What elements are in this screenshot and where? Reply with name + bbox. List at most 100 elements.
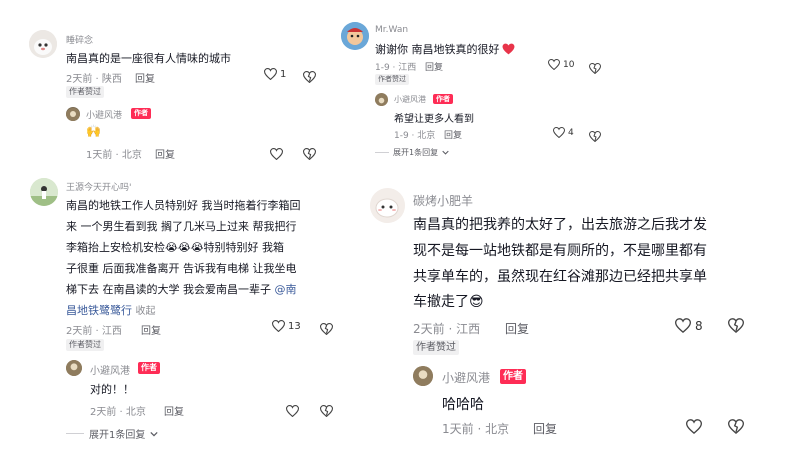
comment-text-line: 子很重 后面我准备离开 告诉我有电梯 让我坐电 — [66, 262, 297, 275]
author-badge: 作者 — [500, 369, 526, 384]
heart-icon — [685, 419, 703, 435]
reply-username[interactable]: 小避风港 — [90, 362, 130, 377]
like-button[interactable]: 13 — [272, 320, 301, 332]
reply-time-location: 2天前 · 北京 — [90, 407, 146, 418]
reply-time-location: 1天前 · 北京 — [86, 150, 142, 161]
comment-text-line: 现不是每一站地铁都是有厕所的，不是哪里都有 — [413, 243, 707, 259]
comment-text-line: 车撤走了😎 — [413, 294, 484, 310]
comment-time-location: 2天前 · 陕西 — [66, 74, 122, 85]
reply-username[interactable]: 小避风港 — [86, 108, 122, 121]
heart-icon — [548, 59, 560, 70]
comment-text-line: 南昌的地铁工作人员特别好 我当时拖着行李箱回 — [66, 199, 301, 212]
like-button[interactable]: 4 — [553, 127, 574, 138]
dislike-icon — [319, 323, 334, 336]
expand-replies-label: 展开1条回复 — [393, 148, 439, 157]
author-liked-badge: 作者赞过 — [66, 86, 104, 98]
like-button[interactable]: 8 — [675, 318, 703, 333]
expand-replies-label: 展开1条回复 — [89, 430, 146, 441]
reply-text: 希望让更多人看到 — [394, 114, 474, 125]
like-button[interactable] — [685, 419, 703, 438]
reply-button[interactable]: 回复 — [444, 128, 462, 141]
comment-text: 南昌真的是一座很有人情味的城市 — [66, 52, 231, 65]
heart-icon — [269, 148, 284, 161]
comment-text-line-row: 梯下去 在南昌读的大学 我会爱南昌一辈子 @南 — [66, 281, 297, 297]
avatar[interactable] — [66, 107, 80, 121]
reply-button[interactable]: 回复 — [505, 320, 529, 337]
reply-username[interactable]: 小避风港 — [442, 369, 490, 386]
avatar[interactable] — [413, 366, 433, 386]
divider-line — [375, 152, 389, 153]
divider-line — [66, 433, 84, 434]
red-heart-icon — [502, 43, 514, 55]
dislike-button[interactable] — [588, 59, 602, 78]
comment-text: 谢谢你 南昌地铁真的很好 — [375, 43, 500, 56]
author-liked-badge: 作者赞过 — [375, 74, 409, 85]
avatar[interactable] — [30, 178, 58, 206]
author-badge: 作者 — [433, 94, 453, 104]
avatar[interactable] — [375, 93, 388, 106]
avatar[interactable] — [370, 188, 405, 223]
dislike-button[interactable] — [319, 320, 334, 339]
comment-text-line-row: 昌地铁鹭鹭行 收起 — [66, 302, 156, 318]
like-count: 10 — [563, 59, 575, 70]
reply-emoji: 🙌 — [86, 124, 101, 138]
dislike-button[interactable] — [319, 402, 334, 421]
like-count: 1 — [280, 68, 287, 80]
like-button[interactable]: 1 — [264, 68, 286, 80]
expand-replies-button[interactable]: 展开1条回复 — [375, 147, 449, 158]
dislike-icon — [302, 148, 317, 161]
comment-text-row: 谢谢你 南昌地铁真的很好 — [375, 41, 515, 57]
reply-username[interactable]: 小避风港 — [394, 94, 426, 105]
comment-time-location: 2天前 · 江西 — [66, 326, 122, 337]
like-count: 13 — [288, 320, 301, 332]
comment-text-line: 南昌真的把我养的太好了，出去旅游之后我才发 — [413, 217, 707, 233]
heart-icon — [264, 68, 277, 80]
collapse-button[interactable]: 收起 — [136, 306, 156, 317]
author-badge: 作者 — [131, 108, 151, 119]
chevron-down-icon — [442, 150, 449, 155]
dislike-icon — [319, 405, 334, 418]
comment-username[interactable]: Mr.Wan — [375, 25, 408, 35]
dislike-button[interactable] — [588, 127, 602, 146]
avatar[interactable] — [66, 360, 82, 376]
like-button[interactable] — [269, 145, 284, 164]
dislike-icon — [302, 71, 317, 84]
chevron-down-icon — [150, 431, 158, 436]
dislike-button[interactable] — [727, 419, 745, 438]
heart-icon — [675, 318, 691, 333]
dislike-icon — [727, 419, 745, 435]
dislike-icon — [727, 318, 745, 334]
dislike-button[interactable] — [302, 145, 317, 164]
comment-username[interactable]: 王源今天开心吗' — [66, 180, 131, 193]
reply-button[interactable]: 回复 — [533, 420, 557, 437]
heart-icon — [553, 127, 565, 138]
heart-icon — [285, 405, 300, 418]
reply-button[interactable]: 回复 — [141, 322, 161, 337]
reply-time-location: 1-9 · 北京 — [394, 131, 436, 141]
reply-button[interactable]: 回复 — [164, 403, 184, 418]
reply-button[interactable]: 回复 — [425, 60, 443, 73]
like-button[interactable]: 10 — [548, 59, 574, 70]
mention-link[interactable]: @南 — [275, 283, 297, 296]
author-liked-badge: 作者赞过 — [413, 340, 459, 355]
dislike-button[interactable] — [727, 318, 745, 337]
comment-text-line: 来 一个男生看到我 搁了几米马上过来 帮我把行 — [66, 220, 297, 233]
comment-username[interactable]: 碳烤小肥羊 — [413, 192, 473, 209]
dislike-button[interactable] — [302, 68, 317, 87]
reply-button[interactable]: 回复 — [135, 70, 155, 85]
author-badge: 作者 — [138, 362, 160, 374]
comment-time-location: 2天前 · 江西 — [413, 322, 481, 336]
comment-username[interactable]: 睡碎念 — [66, 33, 93, 46]
like-button[interactable] — [285, 402, 300, 421]
dislike-icon — [588, 130, 602, 143]
avatar[interactable] — [341, 22, 369, 50]
heart-icon — [272, 320, 285, 332]
comment-text-line: 李箱抬上安检机安检😭😭😭特别特别好 我箱 — [66, 241, 285, 254]
mention-link[interactable]: 昌地铁鹭鹭行 — [66, 304, 132, 317]
expand-replies-button[interactable]: 展开1条回复 — [66, 426, 158, 441]
avatar[interactable] — [29, 30, 57, 58]
dislike-icon — [588, 62, 602, 75]
reply-button[interactable]: 回复 — [155, 146, 175, 161]
reply-text: 对的！！ — [90, 383, 134, 396]
like-count: 8 — [695, 318, 703, 333]
